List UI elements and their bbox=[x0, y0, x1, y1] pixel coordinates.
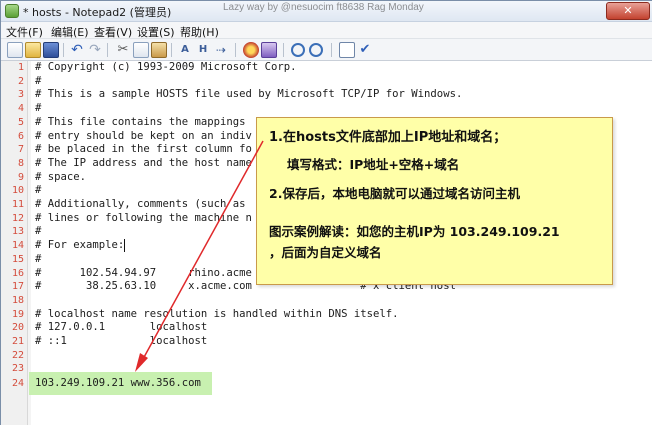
menu-settings[interactable]: 设置(S) bbox=[137, 24, 175, 40]
toolbar-separator bbox=[171, 43, 172, 57]
title-overlay-text: Lazy way by @nesuocim ft8638 Rag Monday bbox=[223, 2, 424, 13]
scheme-icon[interactable] bbox=[243, 42, 259, 58]
line-number: 22 bbox=[11, 349, 24, 361]
instruction-callout: 1.在hosts文件底部加上IP地址和域名； 填写格式：IP地址+空格+域名 2… bbox=[256, 117, 613, 285]
toolbar: ↶ ↷ ✂ A H ⇢ ✔ bbox=[1, 39, 652, 61]
zoom-out-icon[interactable] bbox=[309, 43, 323, 57]
code-line[interactable]: 103.249.109.21 www.356.com bbox=[35, 377, 201, 391]
code-line[interactable]: # bbox=[35, 184, 41, 198]
code-line[interactable]: # entry should be kept on an indiv bbox=[35, 130, 252, 144]
redo-icon[interactable]: ↷ bbox=[87, 42, 103, 58]
toolbar-separator bbox=[235, 43, 236, 57]
line-number: 1 bbox=[17, 62, 24, 73]
toolbar-separator bbox=[107, 43, 108, 57]
line-number: 2 bbox=[17, 75, 24, 87]
menu-edit[interactable]: 编辑(E) bbox=[51, 24, 89, 40]
scheme-config-icon[interactable] bbox=[261, 42, 277, 58]
code-line[interactable]: # 127.0.0.1 localhost bbox=[35, 321, 207, 335]
close-button[interactable]: ✕ bbox=[606, 2, 650, 20]
code-line[interactable]: # bbox=[35, 75, 41, 89]
title-bar: * hosts - Notepad2 (管理员) Lazy way by @ne… bbox=[1, 1, 652, 22]
code-line[interactable]: # For example: bbox=[35, 239, 124, 253]
find-icon[interactable]: A bbox=[177, 42, 193, 58]
line-number: 13 bbox=[11, 226, 24, 238]
code-line[interactable]: # 102.54.94.97 rhino.acme bbox=[35, 267, 252, 281]
line-number: 6 bbox=[17, 130, 24, 142]
line-number: 4 bbox=[17, 103, 24, 115]
toolbar-separator bbox=[331, 43, 332, 57]
code-line[interactable]: # be placed in the first column fo bbox=[35, 143, 252, 157]
code-line[interactable]: # lines or following the machine n bbox=[35, 212, 252, 226]
menu-view[interactable]: 查看(V) bbox=[94, 24, 132, 40]
open-file-icon[interactable] bbox=[25, 42, 41, 58]
settings-icon[interactable]: ✔ bbox=[357, 42, 373, 58]
window-title: * hosts - Notepad2 (管理员) bbox=[23, 6, 172, 19]
line-number: 10 bbox=[11, 185, 24, 197]
line-number: 7 bbox=[17, 144, 24, 156]
code-line[interactable]: # This file contains the mappings bbox=[35, 116, 245, 130]
menu-file[interactable]: 文件(F) bbox=[6, 24, 43, 40]
format-text: 填写格式：IP地址+空格+域名 bbox=[287, 157, 460, 172]
zoom-in-icon[interactable] bbox=[291, 43, 305, 57]
code-line[interactable]: # bbox=[35, 225, 41, 239]
line-number: 19 bbox=[11, 308, 24, 320]
line-number: 20 bbox=[11, 322, 24, 334]
save-icon[interactable] bbox=[43, 42, 59, 58]
code-line[interactable]: # Copyright (c) 1993-2009 Microsoft Corp… bbox=[35, 61, 297, 75]
step2-text: 2.保存后，本地电脑就可以通过域名访问主机 bbox=[269, 186, 520, 201]
line-number: 9 bbox=[17, 171, 24, 183]
line-number: 24 bbox=[11, 378, 24, 389]
toolbar-separator bbox=[283, 43, 284, 57]
line-number: 18 bbox=[11, 294, 24, 306]
menu-help[interactable]: 帮助(H) bbox=[180, 24, 219, 40]
code-line[interactable]: # bbox=[35, 253, 41, 267]
new-file-icon[interactable] bbox=[7, 42, 23, 58]
line-number: 15 bbox=[11, 253, 24, 265]
notepad2-window: * hosts - Notepad2 (管理员) Lazy way by @ne… bbox=[0, 0, 652, 425]
toolbar-separator bbox=[63, 43, 64, 57]
cut-icon[interactable]: ✂ bbox=[115, 42, 131, 58]
code-line[interactable]: # space. bbox=[35, 171, 86, 185]
code-line[interactable]: # ::1 localhost bbox=[35, 335, 207, 349]
code-line[interactable]: # localhost name resolution is handled w… bbox=[35, 308, 399, 322]
menu-bar: 文件(F) 编辑(E) 查看(V) 设置(S) 帮助(H) bbox=[1, 22, 652, 39]
line-number: 14 bbox=[11, 240, 24, 252]
replace-icon[interactable]: H bbox=[195, 42, 211, 58]
paste-icon[interactable] bbox=[151, 42, 167, 58]
text-caret bbox=[124, 239, 125, 252]
line-number-gutter: 1 2 3 4 5 6 7 8 9 10 11 12 13 14 15 16 17 18 19 20 21 22 23 24 bbox=[1, 61, 28, 425]
line-number: 8 bbox=[17, 157, 24, 169]
line-number: 16 bbox=[11, 267, 24, 279]
line-number: 11 bbox=[11, 199, 24, 210]
example-text-line2: ，后面为自定义域名 bbox=[269, 245, 382, 260]
fold-margin bbox=[28, 61, 31, 425]
code-line[interactable]: # Additionally, comments (such as bbox=[35, 198, 245, 212]
line-number: 21 bbox=[11, 336, 24, 347]
code-line[interactable]: # This is a sample HOSTS file used by Mi… bbox=[35, 88, 462, 102]
line-number: 5 bbox=[17, 116, 24, 128]
step1-text: 1.在hosts文件底部加上IP地址和域名； bbox=[269, 130, 507, 145]
code-line[interactable]: # The IP address and the host name bbox=[35, 157, 252, 171]
line-number: 17 bbox=[11, 281, 24, 293]
goto-icon[interactable]: ⇢ bbox=[213, 42, 229, 58]
code-line[interactable]: # bbox=[35, 102, 41, 116]
line-number: 12 bbox=[11, 212, 24, 224]
line-number: 23 bbox=[11, 363, 24, 375]
view-icon[interactable] bbox=[339, 42, 355, 58]
copy-icon[interactable] bbox=[133, 42, 149, 58]
undo-icon[interactable]: ↶ bbox=[69, 42, 85, 58]
line-number: 3 bbox=[17, 89, 24, 101]
example-text-line1: 图示案例解读：如您的主机IP为 103.249.109.21 bbox=[269, 224, 560, 239]
notepad2-app-icon bbox=[5, 4, 19, 18]
